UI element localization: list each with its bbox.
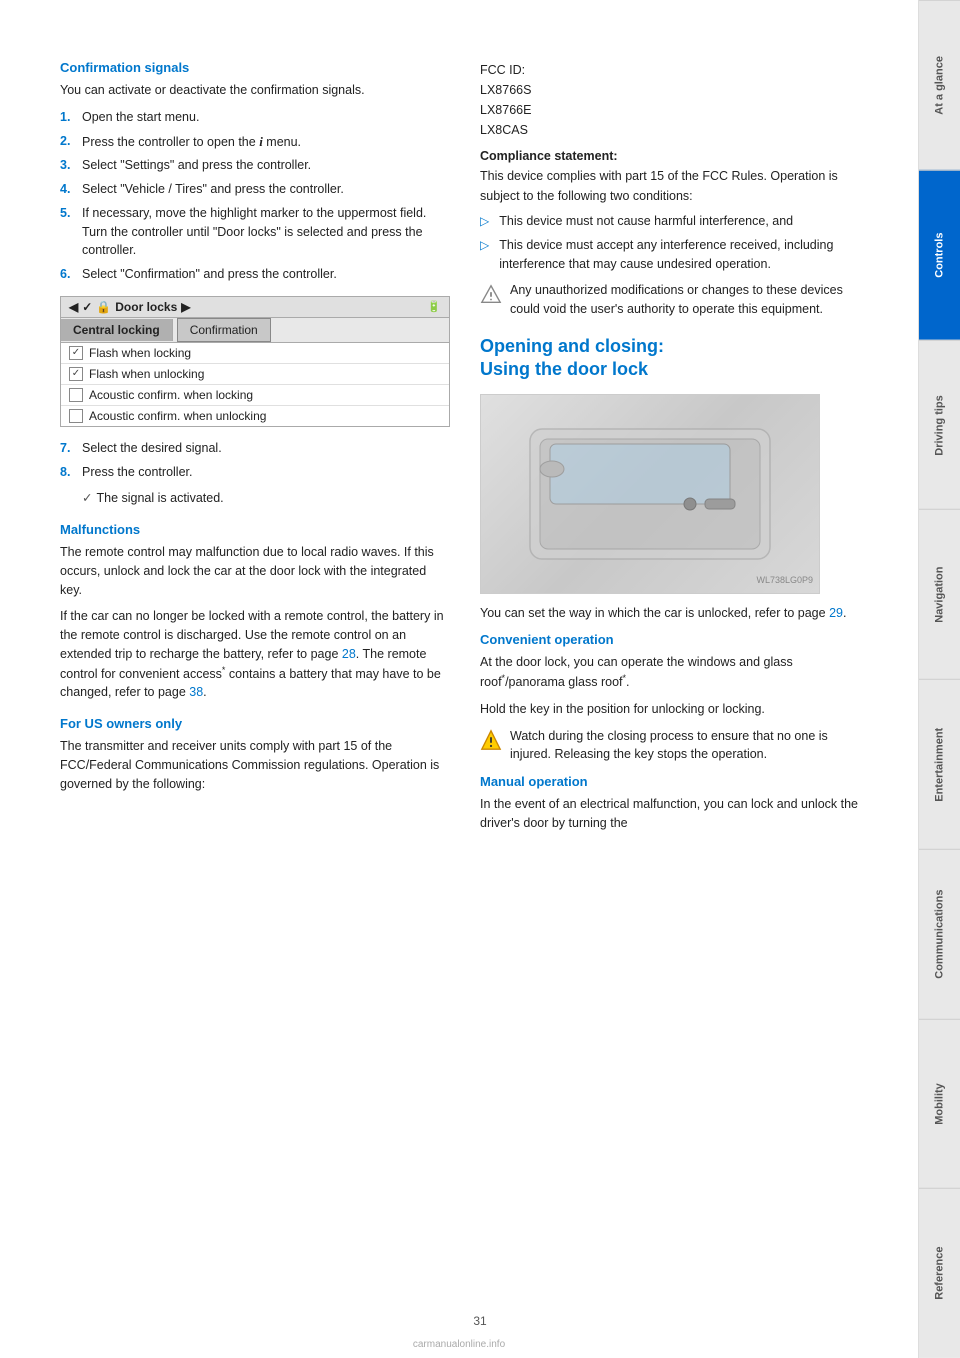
- i-menu-icon: i: [259, 134, 263, 149]
- door-image: [481, 395, 819, 593]
- manual-operation-section: Manual operation In the event of an elec…: [480, 774, 870, 833]
- checkbox-flash-unlocking[interactable]: ✓: [69, 367, 83, 381]
- convenient-operation-title: Convenient operation: [480, 632, 870, 647]
- fcc-warning-box: Any unauthorized modifications or change…: [480, 281, 870, 319]
- door-locks-box: ◀ ✓ 🔒 Door locks ▶ 🔋 Central locking Con…: [60, 296, 450, 427]
- opening-closing-section: Opening and closing: Using the door lock: [480, 335, 870, 623]
- page-38-link[interactable]: 38: [189, 685, 203, 699]
- fcc-block: FCC ID: LX8766S LX8766E LX8CAS Complianc…: [480, 60, 870, 319]
- star-sup-2: *: [623, 673, 627, 683]
- step-6: 6. Select "Confirmation" and press the c…: [60, 265, 450, 284]
- malfunctions-para2: If the car can no longer be locked with …: [60, 607, 450, 702]
- sidebar-tab-communications[interactable]: Communications: [919, 849, 960, 1019]
- manual-operation-para1: In the event of an electrical malfunctio…: [480, 795, 870, 833]
- door-locks-header: ◀ ✓ 🔒 Door locks ▶ 🔋: [61, 297, 449, 318]
- bullet-1: ▷ This device must not cause harmful int…: [480, 212, 870, 231]
- arrow-icon-1: ▷: [480, 212, 489, 231]
- sidebar-tab-reference[interactable]: Reference: [919, 1188, 960, 1358]
- step-7: 7. Select the desired signal.: [60, 439, 450, 458]
- page-29-link[interactable]: 29: [829, 606, 843, 620]
- row-acoustic-unlocking: Acoustic confirm. when unlocking: [61, 406, 449, 426]
- checkbox-acoustic-locking[interactable]: [69, 388, 83, 402]
- fcc-id-label: FCC ID: LX8766S LX8766E LX8CAS: [480, 60, 870, 140]
- bullet-2: ▷ This device must accept any interferen…: [480, 236, 870, 274]
- malfunctions-title: Malfunctions: [60, 522, 450, 537]
- sidebar-tab-at-a-glance[interactable]: At a glance: [919, 0, 960, 170]
- malfunctions-para1: The remote control may malfunction due t…: [60, 543, 450, 599]
- confirmation-signals-intro: You can activate or deactivate the confi…: [60, 81, 450, 100]
- checkbox-flash-locking[interactable]: ✓: [69, 346, 83, 360]
- image-caption: WL738LG0P9: [756, 575, 813, 585]
- watermark: carmanualonline.info: [0, 1339, 918, 1350]
- opening-closing-title: Opening and closing: Using the door lock: [480, 335, 870, 382]
- door-image-box: WL738LG0P9: [480, 394, 820, 594]
- sidebar: At a glance Controls Driving tips Naviga…: [918, 0, 960, 1358]
- step-2: 2. Press the controller to open the i me…: [60, 132, 450, 152]
- step-5: 5. If necessary, move the highlight mark…: [60, 204, 450, 260]
- caution-box: Watch during the closing process to ensu…: [480, 727, 870, 765]
- us-owners-title: For US owners only: [60, 716, 450, 731]
- row-flash-locking: ✓ Flash when locking: [61, 343, 449, 364]
- step-4: 4. Select "Vehicle / Tires" and press th…: [60, 180, 450, 199]
- row-acoustic-locking: Acoustic confirm. when locking: [61, 385, 449, 406]
- page-28-link[interactable]: 28: [342, 647, 356, 661]
- activated-text: ✓ The signal is activated.: [82, 489, 450, 508]
- arrow-icon-2: ▷: [480, 236, 489, 274]
- star-sup-1: *: [502, 673, 506, 683]
- confirmation-tab[interactable]: Confirmation: [177, 318, 271, 342]
- sidebar-tab-navigation[interactable]: Navigation: [919, 509, 960, 679]
- warning-triangle-icon: [480, 729, 502, 751]
- compliance-statement: Compliance statement: This device compli…: [480, 146, 870, 206]
- sidebar-tab-driving-tips[interactable]: Driving tips: [919, 340, 960, 510]
- step-3: 3. Select "Settings" and press the contr…: [60, 156, 450, 175]
- convenient-op-para1: At the door lock, you can operate the wi…: [480, 653, 870, 692]
- row-flash-unlocking: ✓ Flash when unlocking: [61, 364, 449, 385]
- door-illustration: [510, 409, 790, 579]
- sidebar-tab-entertainment[interactable]: Entertainment: [919, 679, 960, 849]
- door-locks-tabs: Central locking Confirmation: [61, 318, 449, 343]
- us-owners-section: For US owners only The transmitter and r…: [60, 716, 450, 793]
- sidebar-tab-controls[interactable]: Controls: [919, 170, 960, 340]
- sidebar-tab-mobility[interactable]: Mobility: [919, 1019, 960, 1189]
- us-owners-para1: The transmitter and receiver units compl…: [60, 737, 450, 793]
- step-8: 8. Press the controller.: [60, 463, 450, 482]
- convenient-operation-section: Convenient operation At the door lock, y…: [480, 632, 870, 764]
- malfunctions-section: Malfunctions The remote control may malf…: [60, 522, 450, 702]
- opening-closing-body: You can set the way in which the car is …: [480, 604, 870, 623]
- steps-list: 1. Open the start menu. 2. Press the con…: [60, 108, 450, 284]
- confirmation-signals-title: Confirmation signals: [60, 60, 450, 75]
- manual-operation-title: Manual operation: [480, 774, 870, 789]
- central-locking-tab[interactable]: Central locking: [61, 319, 173, 341]
- confirmation-signals-section: Confirmation signals You can activate or…: [60, 60, 450, 508]
- caution-triangle-icon: [480, 283, 502, 305]
- step-1: 1. Open the start menu.: [60, 108, 450, 127]
- star-superscript: *: [222, 665, 226, 675]
- steps-after-list: 7. Select the desired signal. 8. Press t…: [60, 439, 450, 482]
- convenient-op-para2: Hold the key in the position for unlocki…: [480, 700, 870, 719]
- checkbox-acoustic-unlocking[interactable]: [69, 409, 83, 423]
- door-locks-header-title: ◀ ✓ 🔒 Door locks ▶: [69, 300, 191, 314]
- page-number: 31: [473, 1314, 486, 1328]
- checkmark-icon: ✓: [82, 489, 92, 508]
